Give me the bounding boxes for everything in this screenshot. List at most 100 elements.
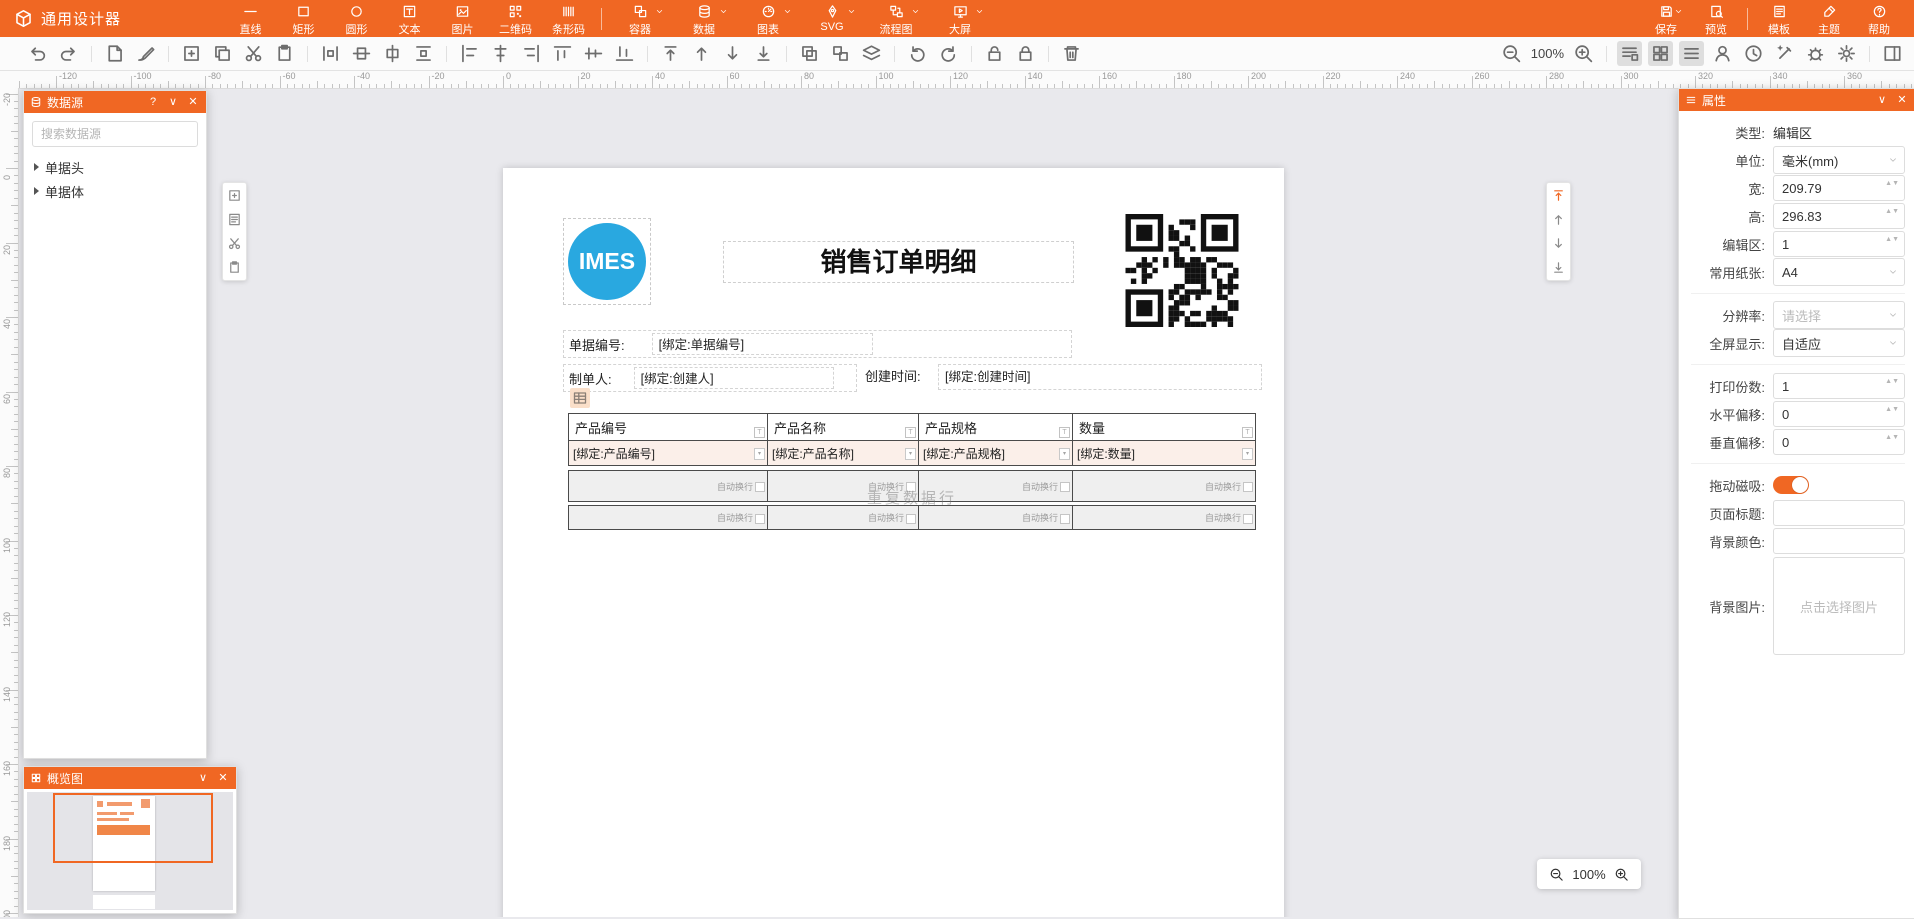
overview-thumbnail[interactable] — [24, 789, 236, 913]
binding-cell[interactable]: [绑定:产品名称]▾ — [768, 441, 919, 465]
tree-item-docbody[interactable]: 单据体 — [24, 179, 206, 203]
copy-button[interactable] — [210, 41, 235, 66]
copies-input[interactable]: ▲▼ — [1773, 373, 1905, 399]
voffset-input[interactable]: ▲▼ — [1773, 429, 1905, 455]
settings-button[interactable] — [1834, 41, 1859, 66]
bgimage-picker[interactable]: 点击选择图片 — [1773, 557, 1905, 655]
unlock-button[interactable] — [982, 41, 1007, 66]
binding-cell[interactable]: [绑定:产品编号]▾ — [569, 441, 768, 465]
datasource-panel-header[interactable]: 数据源 ? ∨ ✕ — [24, 91, 206, 113]
datasource-search-input[interactable] — [32, 121, 198, 147]
topbar-tool-container[interactable]: 容器 — [608, 0, 672, 37]
qr-code-image[interactable] — [1124, 214, 1240, 327]
move-down-button[interactable] — [1551, 236, 1566, 251]
collapse-button[interactable]: ∨ — [166, 95, 180, 109]
topbar-tool-flow[interactable]: 流程图 — [864, 0, 928, 37]
field-binding-value[interactable]: [绑定:创建时间] — [938, 364, 1262, 390]
pagetitle-input[interactable] — [1773, 500, 1905, 526]
data-cell[interactable]: 自动换行 — [919, 471, 1073, 501]
close-button[interactable]: ✕ — [1895, 93, 1909, 107]
v-spacing-button[interactable] — [411, 41, 436, 66]
topbar-action-theme[interactable]: 主题 — [1804, 0, 1854, 37]
zoom-out-button[interactable] — [1499, 41, 1524, 66]
topbar-tool-circle[interactable]: 圆形 — [330, 0, 383, 37]
align-left-button[interactable] — [457, 41, 482, 66]
binding-cell[interactable]: [绑定:产品规格]▾ — [919, 441, 1073, 465]
design-canvas[interactable]: IMES 销售订单明细 单据编号: [绑定:单据编号] 制单人: [绑定:创建人… — [18, 88, 1678, 917]
h-spacing-button[interactable] — [318, 41, 343, 66]
palette-list-button[interactable] — [227, 212, 242, 227]
debug-button[interactable] — [1803, 41, 1828, 66]
group-button[interactable] — [797, 41, 822, 66]
delete-button[interactable] — [1059, 41, 1084, 66]
stepper-icon[interactable]: ▲▼ — [1885, 179, 1899, 188]
history-button[interactable] — [1741, 41, 1766, 66]
topbar-tool-line[interactable]: 直线 — [224, 0, 277, 37]
data-cell[interactable]: 自动换行 — [569, 471, 768, 501]
field-binding-value[interactable]: [绑定:创建人] — [634, 367, 834, 389]
collapse-button[interactable]: ∨ — [196, 771, 210, 785]
move-bottom-button[interactable] — [1551, 260, 1566, 275]
zoom-out-button[interactable] — [1549, 867, 1564, 882]
move-up-button[interactable] — [689, 41, 714, 66]
header-cell[interactable]: 产品规格T — [919, 414, 1073, 440]
tree-item-docheader[interactable]: 单据头 — [24, 155, 206, 179]
table-header-row[interactable]: 产品编号T 产品名称T 产品规格T 数量T — [568, 413, 1256, 441]
bring-to-front-button[interactable] — [658, 41, 683, 66]
snap-toggle[interactable] — [1773, 476, 1809, 494]
field-binding-value[interactable]: [绑定:单据编号] — [652, 333, 873, 355]
help-button[interactable]: ? — [146, 95, 160, 109]
field-creator[interactable]: 制单人: [绑定:创建人] — [563, 364, 857, 392]
ungroup-button[interactable] — [828, 41, 853, 66]
hoffset-input[interactable]: ▲▼ — [1773, 401, 1905, 427]
header-cell[interactable]: 产品名称T — [768, 414, 919, 440]
topbar-tool-qrcode[interactable]: 二维码 — [489, 0, 542, 37]
topbar-action-help[interactable]: 帮助 — [1854, 0, 1904, 37]
topbar-tool-pen[interactable]: SVG — [800, 0, 864, 37]
undo-button[interactable] — [25, 41, 50, 66]
close-button[interactable]: ✕ — [216, 771, 230, 785]
unit-select[interactable]: 毫米(mm) — [1773, 146, 1905, 174]
widgets-panel-toggle[interactable] — [1648, 41, 1673, 66]
detail-table[interactable]: 产品编号T 产品名称T 产品规格T 数量T [绑定:产品编号]▾ [绑定:产品名… — [568, 413, 1256, 530]
redo-button[interactable] — [56, 41, 81, 66]
layers-button[interactable] — [859, 41, 884, 66]
data-cell[interactable]: 自动换行 — [1073, 506, 1255, 529]
bgcolor-field[interactable] — [1774, 529, 1904, 553]
align-top-button[interactable] — [550, 41, 575, 66]
palette-cut-button[interactable] — [227, 236, 242, 251]
overview-panel-header[interactable]: 概览图 ∨ ✕ — [24, 767, 236, 789]
new-file-button[interactable] — [102, 41, 127, 66]
user-button[interactable] — [1710, 41, 1735, 66]
align-center-button[interactable] — [488, 41, 513, 66]
topbar-tool-barcode[interactable]: 条形码 — [542, 0, 595, 37]
header-cell[interactable]: 数量T — [1073, 414, 1255, 440]
align-right-button[interactable] — [519, 41, 544, 66]
rotate-left-button[interactable] — [905, 41, 930, 66]
zoom-in-button[interactable] — [1614, 867, 1629, 882]
close-button[interactable]: ✕ — [186, 95, 200, 109]
width-input[interactable]: ▲▼ — [1773, 175, 1905, 201]
data-cell[interactable]: 自动换行 — [569, 506, 768, 529]
table-data-row[interactable]: 自动换行 自动换行 自动换行 自动换行 — [568, 505, 1256, 530]
topbar-tool-database[interactable]: 数据 — [672, 0, 736, 37]
align-bottom-button[interactable] — [612, 41, 637, 66]
height-input[interactable]: ▲▼ — [1773, 203, 1905, 229]
properties-panel-toggle[interactable] — [1880, 41, 1905, 66]
paper-select[interactable]: A4 — [1773, 258, 1905, 286]
move-top-button[interactable] — [1551, 188, 1566, 203]
data-cell[interactable]: 自动换行 — [768, 471, 919, 501]
v-center-button[interactable] — [349, 41, 374, 66]
page[interactable]: IMES 销售订单明细 单据编号: [绑定:单据编号] 制单人: [绑定:创建人… — [503, 168, 1284, 917]
datasource-panel-toggle[interactable] — [1617, 41, 1642, 66]
binding-cell[interactable]: [绑定:数量]▾ — [1073, 441, 1255, 465]
pagetitle-field[interactable] — [1774, 501, 1904, 525]
topbar-action-preview[interactable]: 预览 — [1691, 0, 1741, 37]
topbar-tool-rect[interactable]: 矩形 — [277, 0, 330, 37]
resolution-select[interactable]: 请选择 — [1773, 301, 1905, 329]
outline-panel-toggle[interactable] — [1679, 41, 1704, 66]
table-tool-icon[interactable] — [570, 388, 590, 408]
header-cell[interactable]: 产品编号T — [569, 414, 768, 440]
rotate-right-button[interactable] — [936, 41, 961, 66]
topbar-tool-screen[interactable]: 大屏 — [928, 0, 992, 37]
